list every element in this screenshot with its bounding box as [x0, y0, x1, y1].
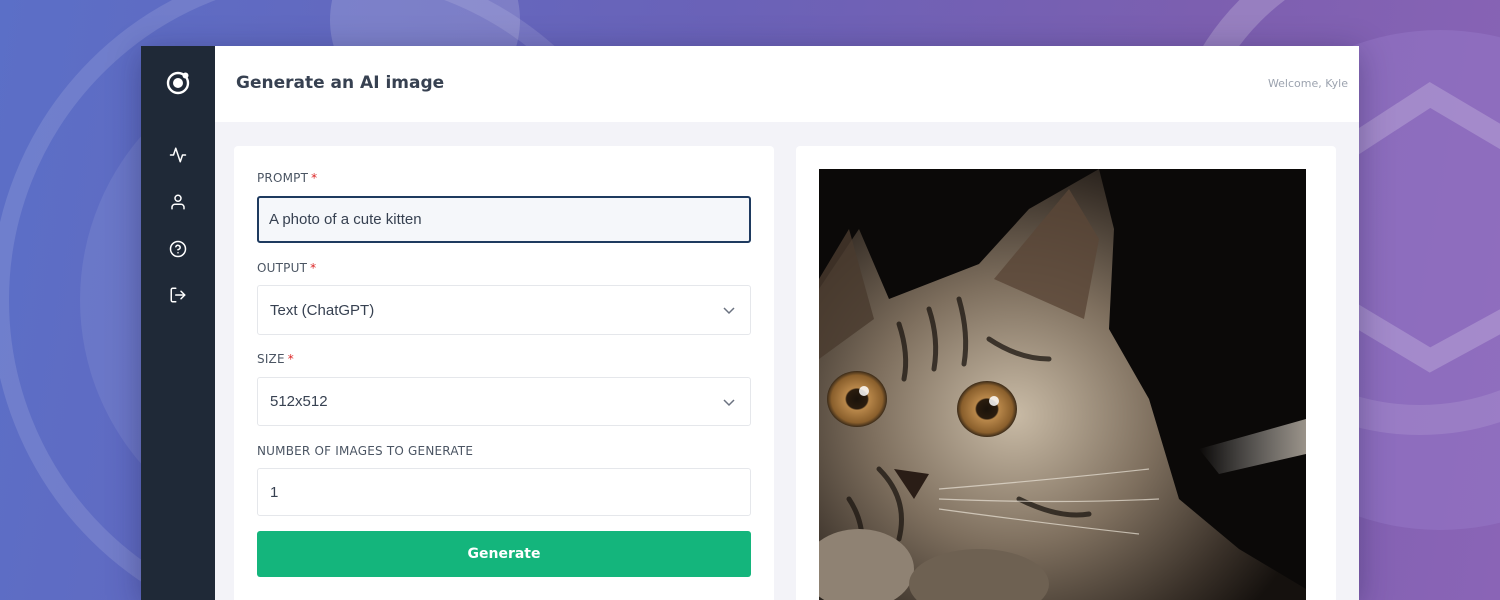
help-circle-icon	[169, 240, 187, 262]
app-window: Generate an AI image Welcome, Kyle PROMP…	[141, 46, 1359, 600]
size-select[interactable]: 512x512	[257, 377, 751, 426]
output-label-text: OUTPUT	[257, 261, 308, 275]
required-marker: *	[311, 171, 318, 185]
form-panel: PROMPT * A photo of a cute kitten OUTPUT *…	[234, 146, 774, 600]
sidebar-item-logout[interactable]	[168, 287, 188, 307]
generated-image[interactable]	[819, 169, 1306, 600]
sidebar-item-profile[interactable]	[168, 194, 188, 214]
log-out-icon	[169, 286, 187, 308]
output-select[interactable]: Text (ChatGPT)	[257, 285, 751, 335]
count-input[interactable]: 1	[257, 468, 751, 516]
count-label-text: NUMBER OF IMAGES TO GENERATE	[257, 444, 474, 458]
required-marker: *	[287, 352, 294, 366]
size-label: SIZE *	[257, 352, 294, 366]
logo-icon[interactable]	[165, 70, 191, 96]
prompt-input-value: A photo of a cute kitten	[269, 211, 422, 228]
sidebar-item-help[interactable]	[168, 240, 188, 262]
count-label: NUMBER OF IMAGES TO GENERATE	[257, 444, 473, 458]
page-title: Generate an AI image	[236, 73, 445, 93]
prompt-label: PROMPT *	[257, 171, 317, 185]
sidebar-item-activity[interactable]	[168, 147, 188, 167]
sidebar	[141, 46, 215, 600]
user-icon	[169, 193, 187, 215]
output-select-value: Text (ChatGPT)	[270, 301, 375, 319]
required-marker: *	[310, 261, 317, 275]
generate-button[interactable]: Generate	[257, 531, 751, 577]
activity-icon	[169, 146, 187, 168]
header: Generate an AI image Welcome, Kyle	[215, 46, 1359, 122]
count-input-value: 1	[270, 483, 279, 501]
size-label-text: SIZE	[257, 352, 285, 366]
prompt-label-text: PROMPT	[257, 171, 309, 185]
output-label: OUTPUT *	[257, 261, 316, 275]
prompt-input[interactable]: A photo of a cute kitten	[257, 196, 751, 243]
image-panel	[796, 146, 1336, 600]
chevron-down-icon	[722, 395, 736, 409]
welcome-text: Welcome, Kyle	[1267, 77, 1348, 90]
chevron-down-icon	[722, 303, 736, 317]
size-select-value: 512x512	[270, 393, 328, 410]
